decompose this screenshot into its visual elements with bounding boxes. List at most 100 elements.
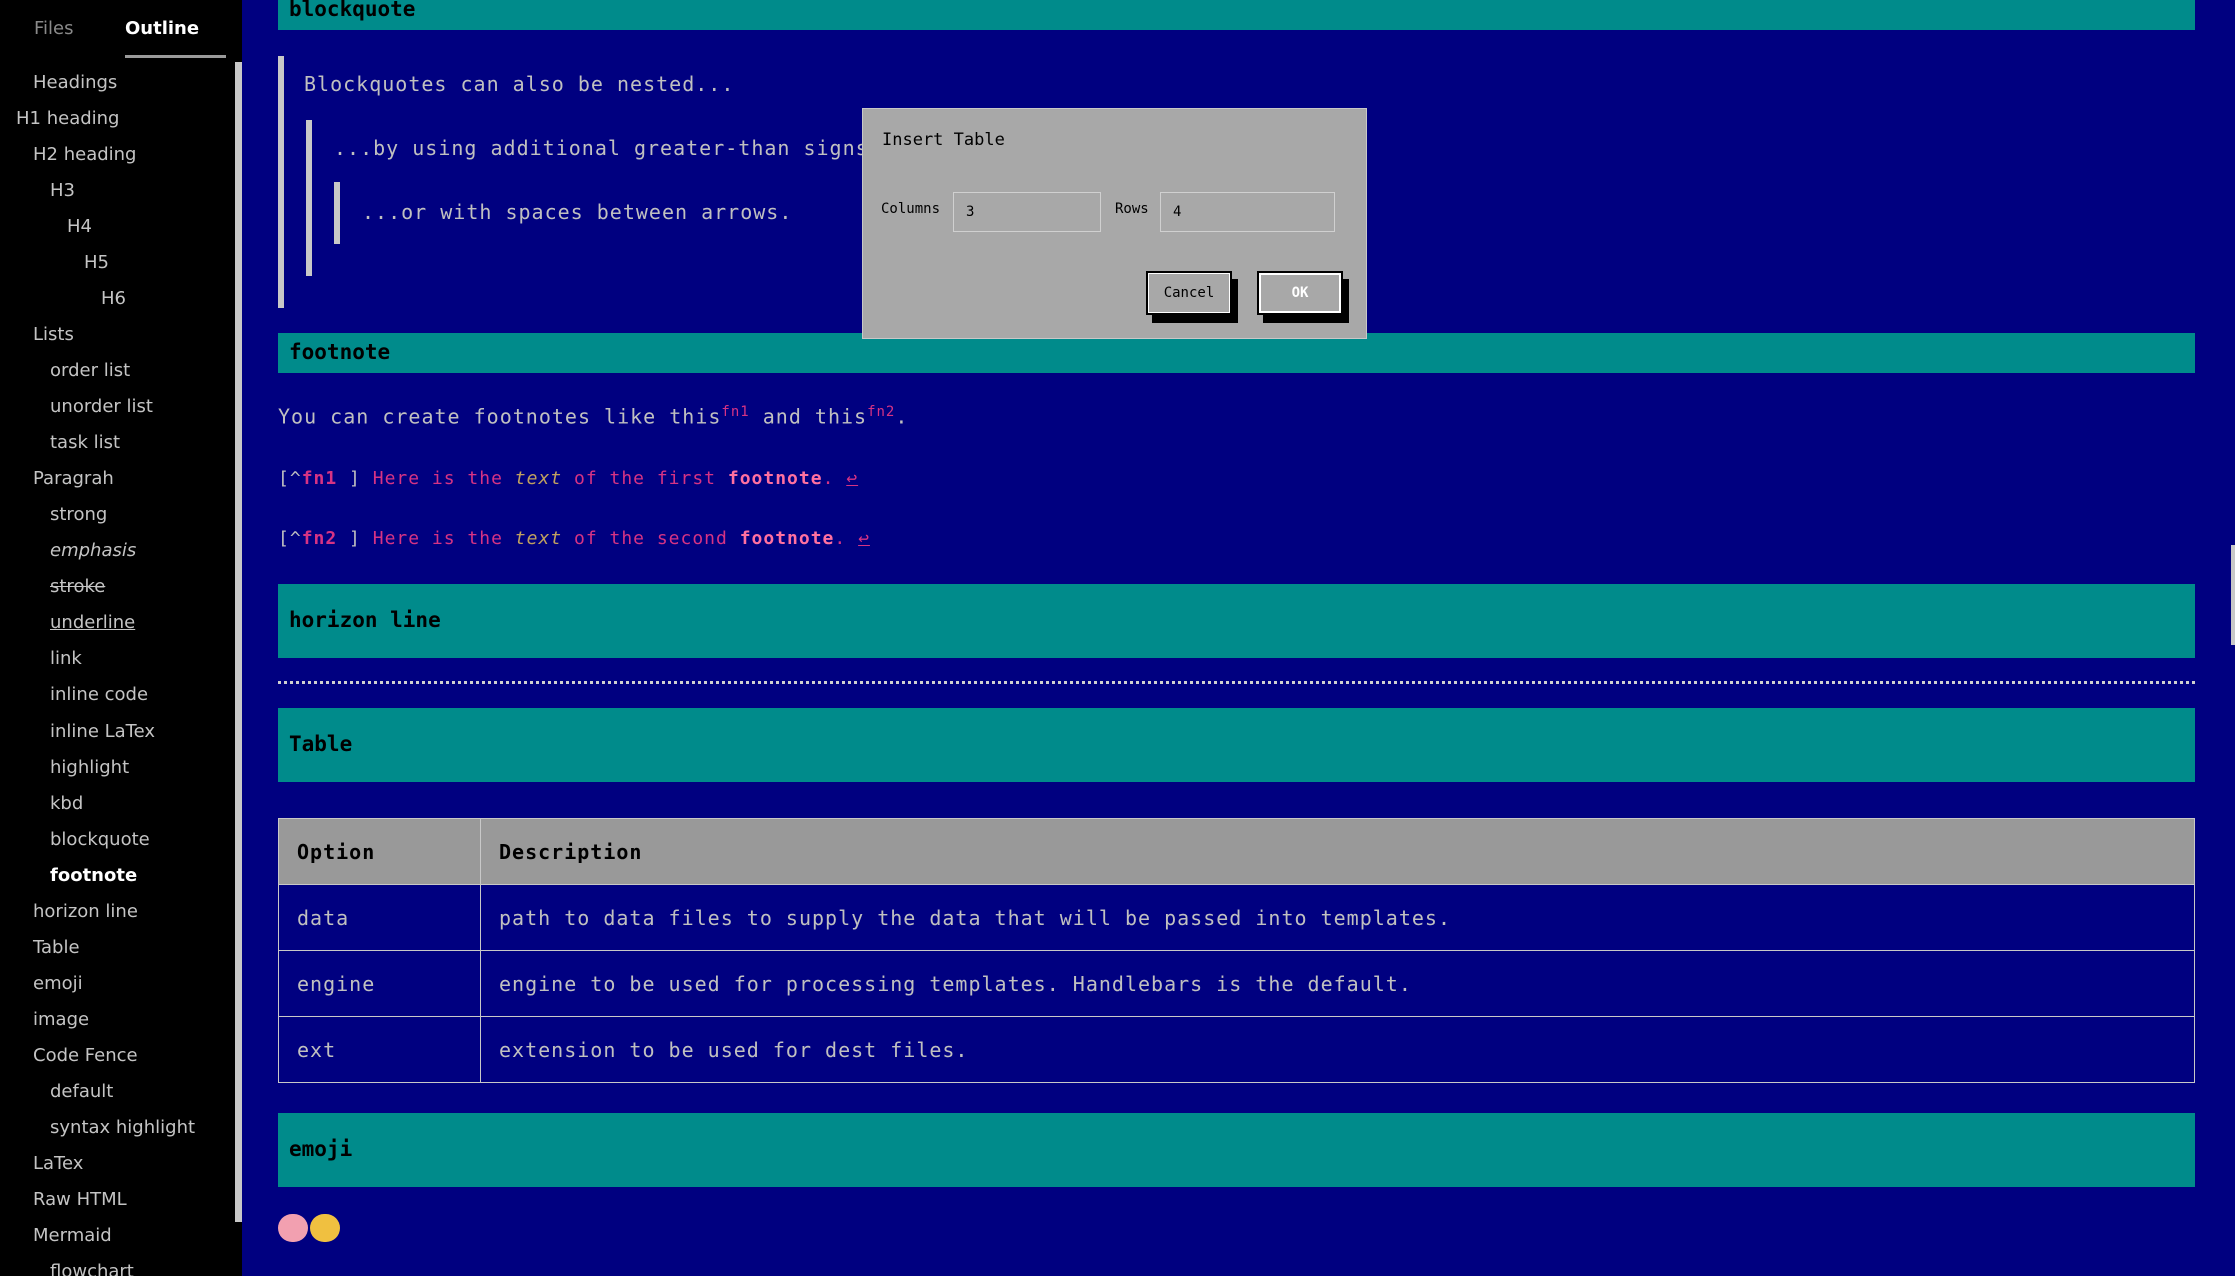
footnote-label: fn1: [301, 468, 338, 489]
table-row: engine engine to be used for processing …: [278, 950, 2195, 1017]
paragraph-text: You can create footnotes like this: [278, 404, 722, 429]
table-cell: path to data files to supply the data th…: [480, 884, 2195, 951]
outline-item[interactable]: inline LaTex: [50, 721, 155, 743]
footnote-bold: footnote: [739, 528, 835, 549]
outline-item[interactable]: horizon line: [33, 901, 138, 923]
table-cell: engine: [278, 950, 481, 1017]
outline-item[interactable]: emphasis: [50, 540, 136, 562]
outline-item[interactable]: H4: [67, 216, 92, 238]
cat-face-emoji-icon: [310, 1214, 340, 1242]
outline-item[interactable]: H1 heading: [16, 108, 119, 130]
columns-input[interactable]: [953, 192, 1101, 232]
tab-outline[interactable]: Outline: [125, 18, 225, 58]
horizontal-rule: [278, 681, 2195, 684]
outline-item[interactable]: H2 heading: [33, 144, 136, 166]
outline-item[interactable]: emoji: [33, 973, 83, 995]
heading-emoji: emoji: [278, 1113, 2195, 1187]
pig-face-emoji-icon: [278, 1214, 308, 1242]
outline-item[interactable]: highlight: [50, 757, 129, 779]
outline-item[interactable]: flowchart: [50, 1261, 134, 1276]
outline-item[interactable]: Table: [33, 937, 80, 959]
sidebar: Files Outline Headings H1 heading H2 hea…: [0, 0, 242, 1276]
columns-label: Columns: [881, 201, 941, 217]
rows-input[interactable]: [1160, 192, 1335, 232]
outline-item[interactable]: syntax highlight: [50, 1117, 195, 1139]
footnote-paragraph: You can create footnotes like thisfn1 an…: [278, 404, 908, 429]
table-cell: ext: [278, 1016, 481, 1083]
options-table: Option Description data path to data fil…: [278, 818, 2195, 1083]
paragraph-text: .: [895, 404, 909, 429]
outline-item[interactable]: stroke: [50, 576, 105, 598]
table-row: data path to data files to supply the da…: [278, 884, 2195, 951]
outline-item[interactable]: inline code: [50, 684, 148, 706]
outline-item[interactable]: H5: [84, 252, 109, 274]
outline-item[interactable]: Raw HTML: [33, 1189, 127, 1211]
footnote-backref-icon[interactable]: ↩: [846, 468, 858, 489]
blockquote-bar-1: [278, 56, 284, 308]
blockquote-text-1: Blockquotes can also be nested...: [304, 72, 735, 96]
footnote-text: of the second: [562, 528, 740, 549]
sidebar-scrollbar[interactable]: [235, 62, 242, 1222]
outline-item[interactable]: task list: [50, 432, 120, 454]
outline-item[interactable]: strong: [50, 504, 107, 526]
outline-item[interactable]: underline: [50, 612, 135, 634]
footnote-text: .: [834, 528, 859, 549]
footnote-label: fn2: [301, 528, 338, 549]
footnote-ref-1[interactable]: fn1: [721, 404, 749, 420]
tab-files[interactable]: Files: [34, 18, 74, 39]
editor-scrollbar[interactable]: [2231, 545, 2235, 645]
outline-item[interactable]: blockquote: [50, 829, 150, 851]
outline-item[interactable]: LaTex: [33, 1153, 83, 1175]
footnote-bracket: ]: [337, 468, 361, 489]
outline-item[interactable]: Code Fence: [33, 1045, 138, 1067]
outline-item[interactable]: unorder list: [50, 396, 153, 418]
outline-item-active[interactable]: footnote: [50, 865, 137, 887]
cancel-button[interactable]: Cancel: [1146, 271, 1232, 315]
outline-item[interactable]: kbd: [50, 793, 83, 815]
footnote-backref-icon[interactable]: ↩: [858, 528, 870, 549]
table-cell: engine to be used for processing templat…: [480, 950, 2195, 1017]
active-tab-indicator: [125, 55, 226, 58]
heading-horizon-line: horizon line: [278, 584, 2195, 658]
footnote-italic: text: [514, 528, 563, 549]
footnote-text: Here is the: [360, 528, 515, 549]
outline-item[interactable]: H3: [50, 180, 75, 202]
footnote-definition-1: [^fn1 ] Here is the text of the first fo…: [278, 468, 858, 489]
footnote-bracket: [^: [278, 528, 302, 549]
footnote-ref-2[interactable]: fn2: [867, 404, 895, 420]
footnote-text: .: [822, 468, 847, 489]
blockquote-text-3: ...or with spaces between arrows.: [362, 200, 793, 224]
emoji-row: [278, 1214, 342, 1248]
footnote-text: Here is the: [360, 468, 515, 489]
table-cell: data: [278, 884, 481, 951]
heading-footnote: footnote: [278, 333, 2195, 373]
table-row: ext extension to be used for dest files.: [278, 1016, 2195, 1083]
outline-item[interactable]: image: [33, 1009, 89, 1031]
rows-label: Rows: [1115, 201, 1149, 217]
outline-item[interactable]: Lists: [33, 324, 74, 346]
outline-item[interactable]: Headings: [33, 72, 117, 94]
footnote-bold: footnote: [727, 468, 823, 489]
table-header-row: Option Description: [278, 818, 2195, 885]
insert-table-dialog: Insert Table Columns Rows Cancel OK: [862, 108, 1367, 339]
dialog-title: Insert Table: [882, 130, 1005, 150]
footnote-italic: text: [514, 468, 563, 489]
blockquote-bar-2: [306, 120, 312, 276]
outline-item[interactable]: Mermaid: [33, 1225, 112, 1247]
ok-button[interactable]: OK: [1257, 271, 1343, 315]
outline-item[interactable]: Paragrah: [33, 468, 114, 490]
table-header-cell: Description: [480, 818, 2195, 885]
footnote-text: of the first: [562, 468, 728, 489]
outline-item[interactable]: default: [50, 1081, 113, 1103]
blockquote-bar-3: [334, 182, 340, 244]
outline-item[interactable]: H6: [101, 288, 126, 310]
table-cell: extension to be used for dest files.: [480, 1016, 2195, 1083]
sidebar-tabs: Files Outline: [0, 0, 242, 58]
footnote-definition-2: [^fn2 ] Here is the text of the second f…: [278, 528, 870, 549]
footnote-bracket: ]: [337, 528, 361, 549]
outline-item[interactable]: link: [50, 648, 82, 670]
outline-item[interactable]: order list: [50, 360, 130, 382]
heading-blockquote: blockquote: [278, 0, 2195, 30]
table-header-cell: Option: [278, 818, 481, 885]
heading-table: Table: [278, 708, 2195, 782]
